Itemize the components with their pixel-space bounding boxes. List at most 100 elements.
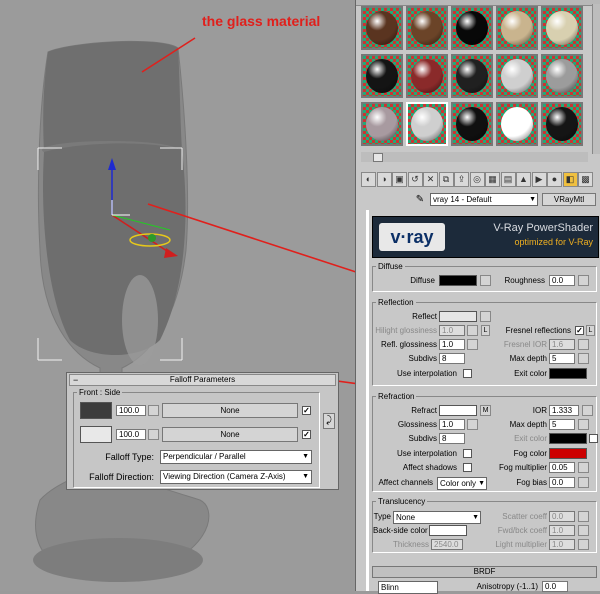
front-amount-spinner[interactable]: 100.0 [116, 405, 146, 416]
go-parent-icon[interactable]: ▲ [516, 172, 531, 187]
backside-color-swatch[interactable] [429, 525, 467, 536]
front-map-checkbox[interactable]: ✓ [302, 406, 311, 415]
light-multiplier-spinner[interactable]: 1.0 [549, 539, 575, 550]
refract-map-button[interactable]: M [480, 405, 491, 416]
viewport[interactable]: the glass material [0, 0, 355, 591]
reflect-map-button[interactable] [480, 311, 491, 322]
hilight-glossiness-spinner[interactable]: 1.0 [439, 325, 465, 336]
refract-exit-checkbox[interactable] [589, 434, 598, 443]
material-slot[interactable] [406, 102, 448, 146]
fresnel-ior-map-button[interactable] [578, 339, 589, 350]
material-type-button[interactable]: VRayMtl [542, 193, 596, 206]
put-material-icon[interactable]: ◑ [376, 172, 392, 187]
put-library-icon[interactable]: ⇪ [454, 172, 469, 187]
falloff-direction-dropdown[interactable]: Viewing Direction (Camera Z-Axis) ▼ [160, 470, 312, 484]
refract-glossiness-spinner[interactable]: 1.0 [439, 419, 465, 430]
affect-channels-dropdown[interactable]: Color only ▼ [437, 477, 487, 490]
reflect-exit-color-swatch[interactable] [549, 368, 587, 379]
refract-color-swatch[interactable] [439, 405, 477, 416]
refract-exit-color-swatch[interactable] [549, 433, 587, 444]
front-color-swatch[interactable] [80, 402, 112, 419]
go-sibling-icon[interactable]: ▶ [531, 172, 547, 187]
side-map-button[interactable]: None [162, 427, 298, 442]
thickness-spinner[interactable]: 2540.0 [431, 539, 463, 550]
material-name-field[interactable]: vray 14 - Default ▼ [430, 193, 538, 206]
roughness-map-button[interactable] [578, 275, 589, 286]
sample-type-icon[interactable]: ● [547, 172, 562, 187]
material-slot[interactable] [451, 6, 493, 50]
fresnel-lock-button[interactable]: L [586, 325, 595, 336]
reflect-use-interpolation-checkbox[interactable] [463, 369, 472, 378]
front-map-button[interactable]: None [162, 403, 298, 418]
material-slot[interactable] [541, 54, 583, 98]
ior-map-button[interactable] [582, 405, 593, 416]
slot-vertical-scrollbar[interactable] [592, 4, 600, 154]
reflect-color-swatch[interactable] [439, 311, 477, 322]
material-slot[interactable] [406, 6, 448, 50]
falloff-type-dropdown[interactable]: Perpendicular / Parallel ▼ [160, 450, 312, 464]
brdf-rollout-header[interactable]: BRDF [372, 566, 597, 578]
material-slot[interactable] [496, 102, 538, 146]
fresnel-checkbox[interactable]: ✓ [575, 326, 584, 335]
reflect-max-depth-map-button[interactable] [578, 353, 589, 364]
assign-material-icon[interactable]: ▣ [392, 172, 407, 187]
refract-glossiness-map-button[interactable] [467, 419, 478, 430]
hilight-lock-button[interactable]: L [481, 325, 490, 336]
affect-shadows-checkbox[interactable] [463, 463, 472, 472]
side-amount-spinner[interactable]: 100.0 [116, 429, 146, 440]
anisotropy-spinner[interactable]: 0.0 [542, 581, 568, 592]
background-icon[interactable]: ▩ [578, 172, 593, 187]
refract-max-depth-map-button[interactable] [578, 419, 589, 430]
fwd-bck-coeff-spinner[interactable]: 1.0 [549, 525, 575, 536]
backlight-icon[interactable]: ◧ [562, 172, 578, 187]
diffuse-map-button[interactable] [480, 275, 491, 286]
reflect-max-depth-spinner[interactable]: 5 [549, 353, 575, 364]
diffuse-color-swatch[interactable] [439, 275, 477, 286]
brdf-type-dropdown[interactable]: Blinn [378, 581, 438, 594]
refract-subdivs-spinner[interactable]: 8 [439, 433, 465, 444]
fog-multiplier-spinner[interactable]: 0.05 [549, 462, 575, 473]
slot-horizontal-scrollbar[interactable] [361, 152, 588, 162]
collapse-icon[interactable]: − [73, 375, 78, 385]
falloff-header[interactable]: − Falloff Parameters [69, 374, 336, 386]
material-slot[interactable] [496, 6, 538, 50]
roughness-spinner[interactable]: 0.0 [549, 275, 575, 286]
reflect-subdivs-spinner[interactable]: 8 [439, 353, 465, 364]
ior-spinner[interactable]: 1.333 [549, 405, 579, 416]
show-map-icon[interactable]: ▦ [485, 172, 500, 187]
side-color-swatch[interactable] [80, 426, 112, 443]
make-unique-icon[interactable]: ⧉ [438, 172, 454, 187]
side-amount-spin-arrows[interactable] [148, 429, 159, 440]
scatter-coeff-spinner[interactable]: 0.0 [549, 511, 575, 522]
material-slot[interactable] [541, 102, 583, 146]
fog-color-swatch[interactable] [549, 448, 587, 459]
scroll-thumb[interactable] [373, 153, 383, 162]
material-slot[interactable] [451, 54, 493, 98]
fwd-bck-map-button[interactable] [578, 525, 589, 536]
material-slot[interactable] [361, 6, 403, 50]
reset-icon[interactable]: ↺ [407, 172, 423, 187]
fog-multiplier-map-button[interactable] [578, 462, 589, 473]
hilight-map-button[interactable] [467, 325, 478, 336]
material-slot[interactable] [451, 102, 493, 146]
refl-glossiness-spinner[interactable]: 1.0 [439, 339, 465, 350]
effects-icon[interactable]: ◎ [469, 172, 485, 187]
refract-use-interpolation-checkbox[interactable] [463, 449, 472, 458]
material-slot[interactable] [406, 54, 448, 98]
fog-bias-map-button[interactable] [578, 477, 589, 488]
show-end-icon[interactable]: ▤ [500, 172, 516, 187]
translucency-type-dropdown[interactable]: None ▼ [393, 511, 481, 524]
eyedropper-icon[interactable]: ✎ [414, 194, 426, 206]
front-amount-spin-arrows[interactable] [148, 405, 159, 416]
get-material-icon[interactable]: ◐ [361, 172, 376, 187]
scatter-map-button[interactable] [578, 511, 589, 522]
refract-max-depth-spinner[interactable]: 5 [549, 419, 575, 430]
fog-bias-spinner[interactable]: 0.0 [549, 477, 575, 488]
material-slot[interactable] [361, 54, 403, 98]
light-multiplier-map-button[interactable] [578, 539, 589, 550]
refl-glossiness-map-button[interactable] [467, 339, 478, 350]
material-slot[interactable] [541, 6, 583, 50]
swap-icon[interactable]: ⤸ [323, 413, 335, 429]
fresnel-ior-spinner[interactable]: 1.6 [549, 339, 575, 350]
material-slot[interactable] [496, 54, 538, 98]
